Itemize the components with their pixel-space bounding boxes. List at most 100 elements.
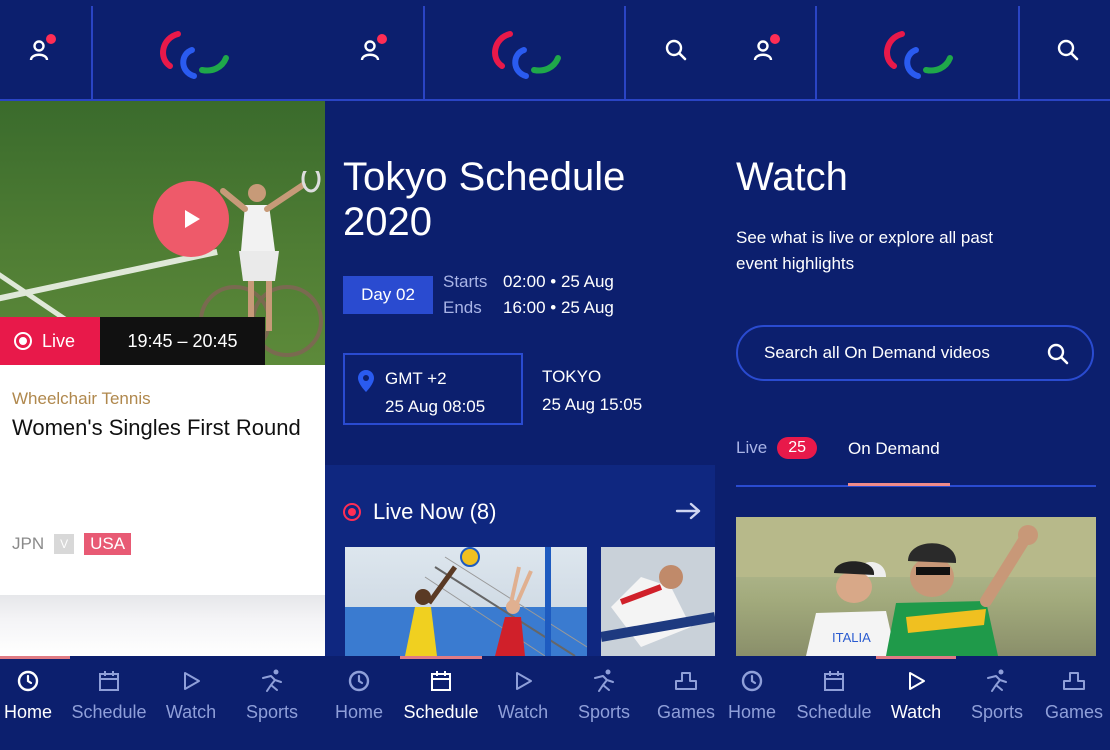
play-button[interactable] [153, 181, 229, 257]
nav-active-indicator [0, 656, 70, 659]
nav-label: Schedule [403, 702, 479, 722]
live-now-header[interactable]: Live Now (8) [343, 499, 496, 525]
live-count-badge: 25 [777, 437, 817, 459]
live-strip: Live 19:45 – 20:45 [0, 317, 265, 365]
search-button[interactable] [656, 30, 696, 70]
nav-label: Schedule [71, 702, 147, 722]
play-icon [184, 672, 200, 690]
day-selector[interactable]: Day 02 [343, 276, 433, 314]
tab-on-demand[interactable]: On Demand [848, 439, 940, 459]
volleyball-illustration [345, 547, 587, 656]
nav-item-sports[interactable]: Sports [231, 668, 313, 728]
nav-label: Home [3, 702, 52, 722]
profile-button[interactable] [744, 30, 784, 70]
event-card[interactable]: Wheelchair Tennis Women's Singles First … [0, 365, 325, 595]
watch-screen: Watch See what is live or explore all pa… [715, 101, 1110, 656]
ends-value: 16:00 • 25 Aug [503, 298, 614, 317]
jersey-text: ITALIA [832, 630, 871, 645]
location-pin-icon [358, 370, 374, 392]
timezone-label: GMT +2 [385, 369, 447, 388]
starts-value: 02:00 • 25 Aug [503, 272, 614, 291]
paralympic-logo[interactable] [482, 24, 562, 84]
notification-dot [46, 34, 56, 44]
nav-label: Watch [890, 702, 942, 722]
team-away: USA [84, 533, 132, 555]
notification-dot [377, 34, 387, 44]
team-home: JPN [12, 534, 45, 553]
featured-video-thumbnail[interactable]: Live 19:45 – 20:45 [0, 101, 325, 365]
tokyo-time: 25 Aug 15:05 [542, 395, 643, 414]
clock-icon [348, 670, 370, 692]
nav-label: Home [727, 702, 776, 722]
live-indicator-icon [14, 332, 32, 350]
local-timezone-box[interactable]: GMT +2 25 Aug 08:05 [343, 353, 523, 425]
nav-label: Games [1044, 702, 1104, 722]
paralympic-logo[interactable] [874, 24, 954, 84]
nav-label: Schedule [796, 702, 872, 722]
profile-button[interactable] [20, 30, 60, 70]
nav-label: Watch [497, 702, 549, 722]
play-icon [909, 672, 925, 690]
nav-item-home[interactable]: Home [711, 668, 793, 728]
watch-tabs: Live 25 On Demand [736, 431, 1096, 487]
live-badge: Live [0, 317, 100, 365]
nav-item-sports[interactable]: Sports [956, 668, 1038, 728]
nav-label: Home [334, 702, 383, 722]
sports-icon [262, 669, 282, 692]
bottom-navigation: Home Schedule Watch Sports Home Schedule… [0, 656, 1110, 750]
nav-active-indicator [400, 656, 482, 659]
on-demand-search-input[interactable]: Search all On Demand videos [736, 325, 1094, 381]
search-placeholder: Search all On Demand videos [764, 343, 990, 362]
tab-live[interactable]: Live 25 [736, 437, 817, 459]
nav-item-games[interactable]: Games [1038, 668, 1110, 728]
nav-item-schedule[interactable]: Schedule [793, 668, 875, 728]
live-label: Live [42, 330, 76, 351]
nav-item-schedule[interactable]: Schedule [400, 668, 482, 728]
cycling-illustration: ITALIA [736, 517, 1096, 656]
nav-label: Sports [245, 702, 299, 722]
tab-live-label: Live [736, 438, 768, 457]
event-title: Women's Singles First Round [12, 415, 301, 440]
nav-item-watch[interactable]: Watch [150, 668, 232, 728]
calendar-icon [99, 671, 119, 691]
arrow-right-icon[interactable] [675, 501, 703, 521]
matchup: JPN V USA [12, 533, 132, 555]
tab-active-indicator [848, 483, 950, 486]
page-description: See what is live or explore all past eve… [736, 228, 994, 273]
clock-icon [17, 670, 39, 692]
search-button[interactable] [1048, 30, 1088, 70]
paralympic-logo[interactable] [150, 24, 230, 84]
profile-button[interactable] [351, 30, 391, 70]
event-time-range: 19:45 – 20:45 [100, 317, 265, 365]
podium-icon [675, 672, 697, 690]
ends-label: Ends [443, 298, 482, 317]
nav-item-watch[interactable]: Watch [875, 668, 957, 728]
nav-label: Sports [577, 702, 631, 722]
app-screens: Live 19:45 – 20:45 Wheelchair Tennis Wom… [0, 0, 1110, 750]
search-icon[interactable] [1046, 342, 1070, 366]
home-screen: Live 19:45 – 20:45 Wheelchair Tennis Wom… [0, 101, 325, 656]
vs-badge: V [54, 534, 75, 554]
notification-dot [770, 34, 780, 44]
nav-item-watch[interactable]: Watch [482, 668, 564, 728]
nav-active-indicator [876, 656, 956, 659]
search-icon [665, 39, 687, 61]
nav-item-schedule[interactable]: Schedule [68, 668, 150, 728]
volleyball-video-thumbnail[interactable] [345, 547, 587, 656]
nav-item-sports[interactable]: Sports [563, 668, 645, 728]
wheelchair-rugby-illustration [601, 547, 715, 656]
sports-icon [987, 669, 1007, 692]
live-now-section: Live Now (8) [325, 465, 715, 656]
nav-label: Sports [970, 702, 1024, 722]
calendar-icon [824, 671, 844, 691]
top-bar [0, 0, 1110, 101]
cycling-video-thumbnail[interactable]: ITALIA [736, 517, 1096, 656]
calendar-icon [431, 671, 451, 691]
rugby-video-thumbnail[interactable] [601, 547, 715, 656]
nav-item-home[interactable]: Home [0, 668, 69, 728]
header-divider [1018, 6, 1020, 100]
starts-label: Starts [443, 272, 488, 291]
nav-item-home[interactable]: Home [318, 668, 400, 728]
header-divider [423, 6, 425, 100]
play-icon [516, 672, 532, 690]
